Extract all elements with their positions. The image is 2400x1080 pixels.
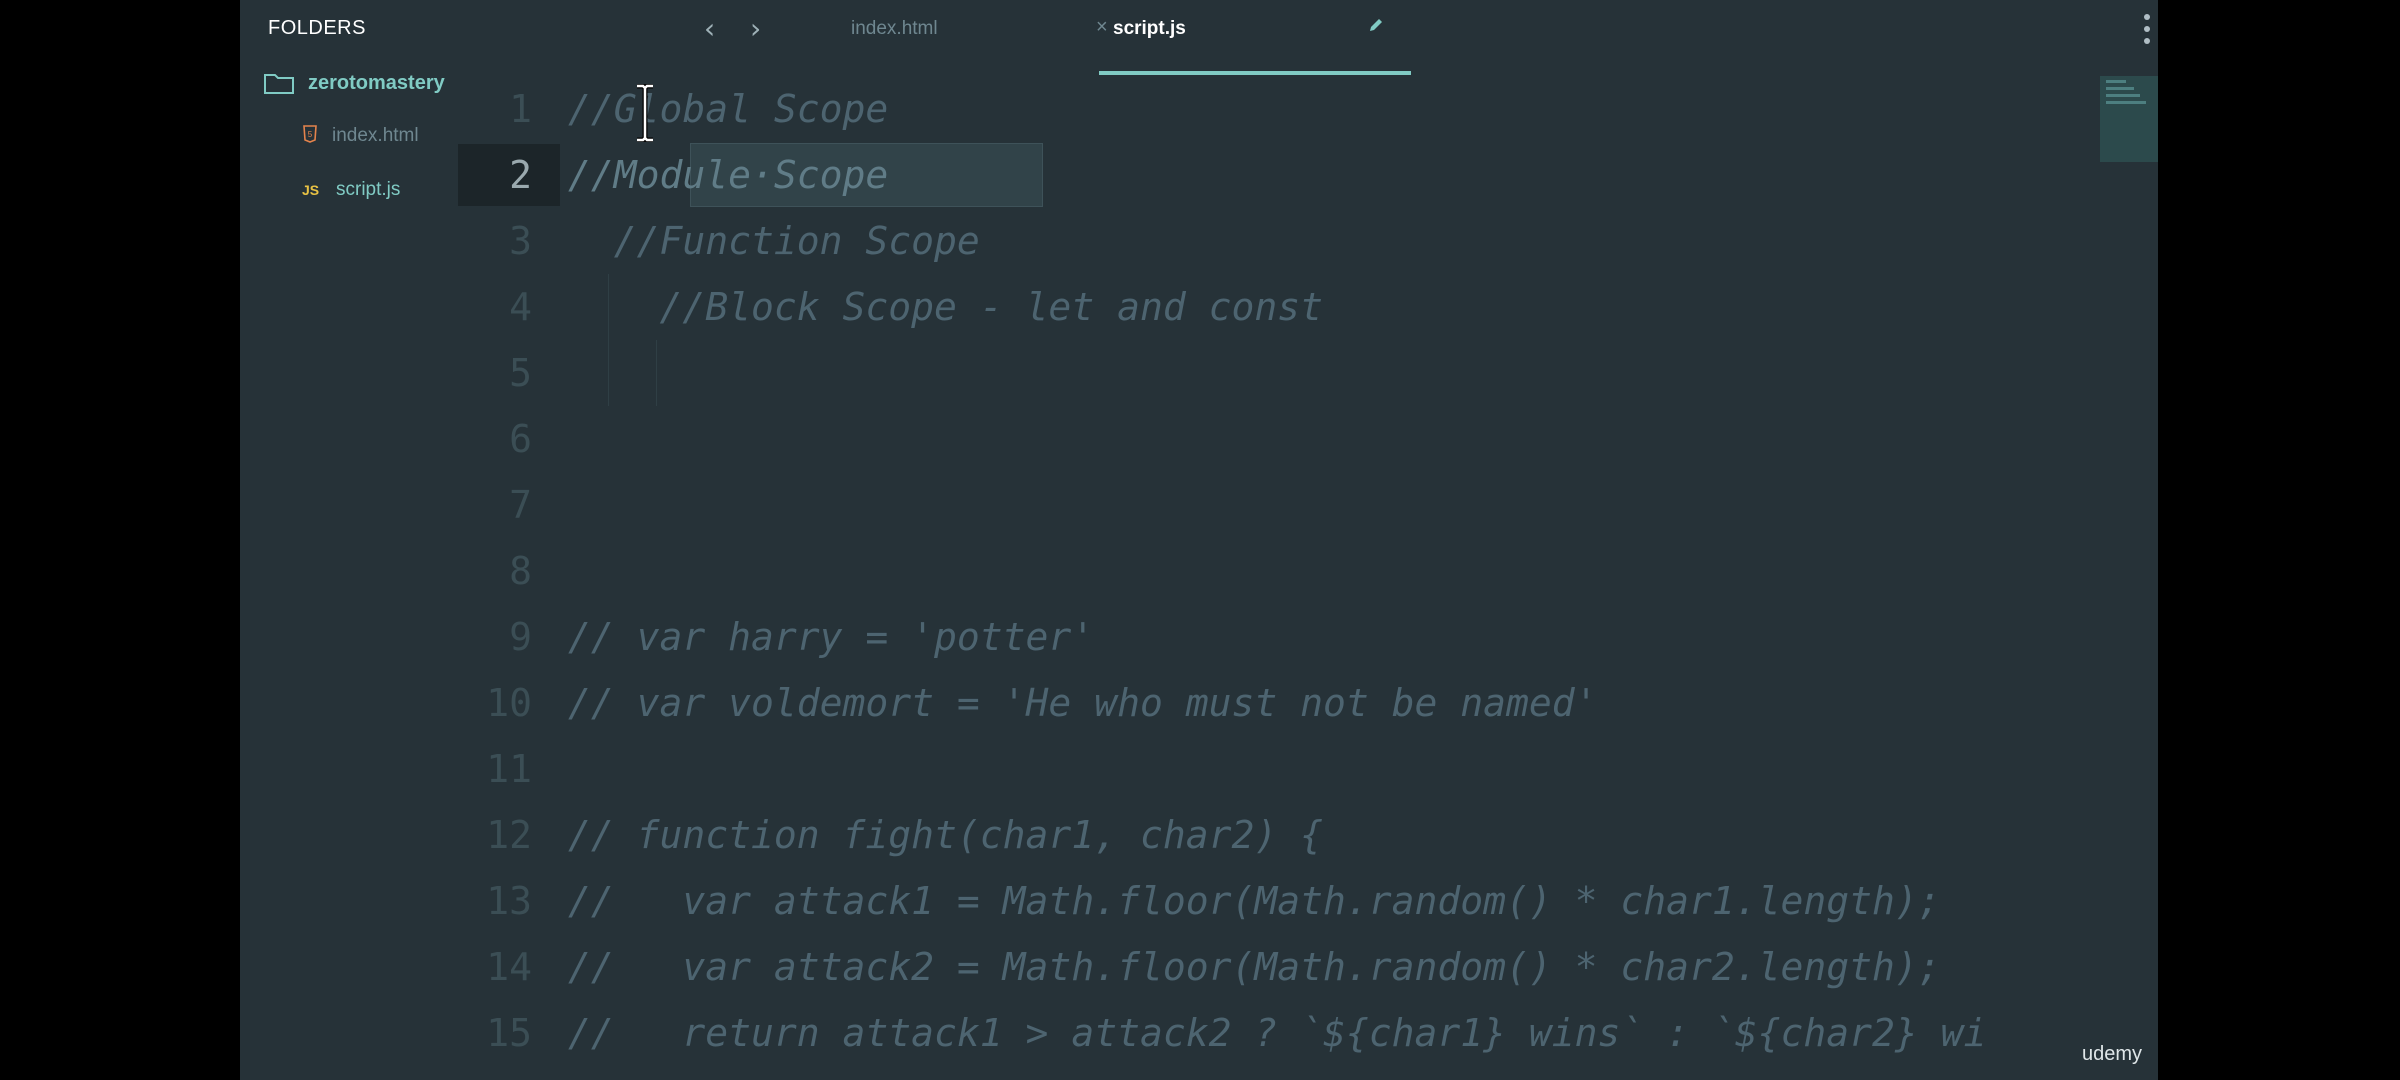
- line-number: 2: [509, 153, 532, 197]
- minimap[interactable]: [2100, 76, 2158, 162]
- active-tab-indicator: [1099, 71, 1411, 75]
- line-number: 5: [509, 351, 532, 395]
- js-file-icon: JS: [302, 182, 320, 198]
- line-number: 8: [509, 549, 532, 593]
- code-area[interactable]: 1 //Global Scope 2 //Module·Scope 3 //Functi…: [458, 76, 2158, 1080]
- sidebar-header: FOLDERS: [268, 17, 366, 39]
- file-item-script-js[interactable]: JS script.js: [302, 175, 400, 205]
- code-editor-window: FOLDERS zerotomastery 5 index.html JS sc…: [240, 0, 2158, 1080]
- pencil-icon: [1368, 17, 1384, 38]
- line-number: 14: [486, 945, 532, 989]
- file-name: index.html: [332, 125, 419, 146]
- forward-arrow-icon[interactable]: ›: [750, 12, 761, 45]
- text-cursor-icon: [634, 83, 656, 147]
- code-text: //Global Scope: [568, 87, 889, 131]
- file-name: script.js: [336, 179, 401, 200]
- code-line[interactable]: 1 //Global Scope: [458, 76, 2158, 142]
- line-number: 3: [509, 219, 532, 263]
- html-file-icon: 5: [302, 125, 318, 147]
- code-line[interactable]: 6: [458, 406, 2158, 472]
- code-line[interactable]: 12 // function fight(char1, char2) {: [458, 802, 2158, 868]
- code-line[interactable]: 10 // var voldemort = 'He who must not be…: [458, 670, 2158, 736]
- code-line[interactable]: 14 // var attack2 = Math.floor(Math.rando…: [458, 934, 2158, 1000]
- code-text: //Module·Scope: [568, 153, 889, 197]
- line-number: 4: [509, 285, 532, 329]
- line-number: 13: [486, 879, 532, 923]
- back-arrow-icon[interactable]: ‹: [704, 12, 715, 45]
- code-text: // return attack1 > attack2 ? `${char1} …: [568, 1011, 1987, 1055]
- more-menu-icon[interactable]: [2144, 14, 2152, 50]
- code-line[interactable]: 15 // return attack1 > attack2 ? `${char1…: [458, 1000, 2158, 1066]
- tab-label: script.js: [1113, 18, 1186, 39]
- line-number: 11: [486, 747, 532, 791]
- folder-name: zerotomastery: [308, 71, 445, 94]
- code-line[interactable]: 13 // var attack1 = Math.floor(Math.rando…: [458, 868, 2158, 934]
- code-line[interactable]: 11: [458, 736, 2158, 802]
- line-number: 7: [509, 483, 532, 527]
- folder-icon: [264, 72, 294, 94]
- file-item-index-html[interactable]: 5 index.html: [302, 121, 419, 151]
- svg-text:5: 5: [308, 130, 313, 139]
- line-number: 10: [486, 681, 532, 725]
- udemy-watermark: udemy: [2082, 1043, 2143, 1065]
- sidebar: FOLDERS zerotomastery 5 index.html JS sc…: [240, 0, 458, 1080]
- code-line[interactable]: 9 // var harry = 'potter': [458, 604, 2158, 670]
- line-number: 9: [509, 615, 532, 659]
- line-number: 6: [509, 417, 532, 461]
- line-number: 15: [486, 1011, 532, 1055]
- code-text: // var voldemort = 'He who must not be n…: [568, 681, 1598, 725]
- tab-script-js[interactable]: script.js: [1099, 0, 1411, 74]
- line-number: 12: [486, 813, 532, 857]
- code-text: // var attack2 = Math.floor(Math.random(…: [568, 945, 1941, 989]
- code-line[interactable]: 7: [458, 472, 2158, 538]
- tab-bar: ‹ › index.html × script.js: [458, 0, 2158, 76]
- line-number: 1: [509, 87, 532, 131]
- code-text: // function fight(char1, char2) {: [568, 813, 1323, 857]
- code-line[interactable]: 8: [458, 538, 2158, 604]
- code-line[interactable]: 2 //Module·Scope: [458, 142, 2158, 208]
- code-text: //Block Scope - let and const: [568, 285, 1323, 329]
- code-text: //Function Scope: [568, 219, 980, 263]
- code-line[interactable]: 4 //Block Scope - let and const: [458, 274, 2158, 340]
- folder-item[interactable]: zerotomastery: [264, 68, 445, 98]
- code-line[interactable]: 3 //Function Scope: [458, 208, 2158, 274]
- tab-label: index.html: [851, 18, 938, 39]
- code-line[interactable]: 5: [458, 340, 2158, 406]
- code-text: // var attack1 = Math.floor(Math.random(…: [568, 879, 1941, 923]
- code-text: // var harry = 'potter': [568, 615, 1095, 659]
